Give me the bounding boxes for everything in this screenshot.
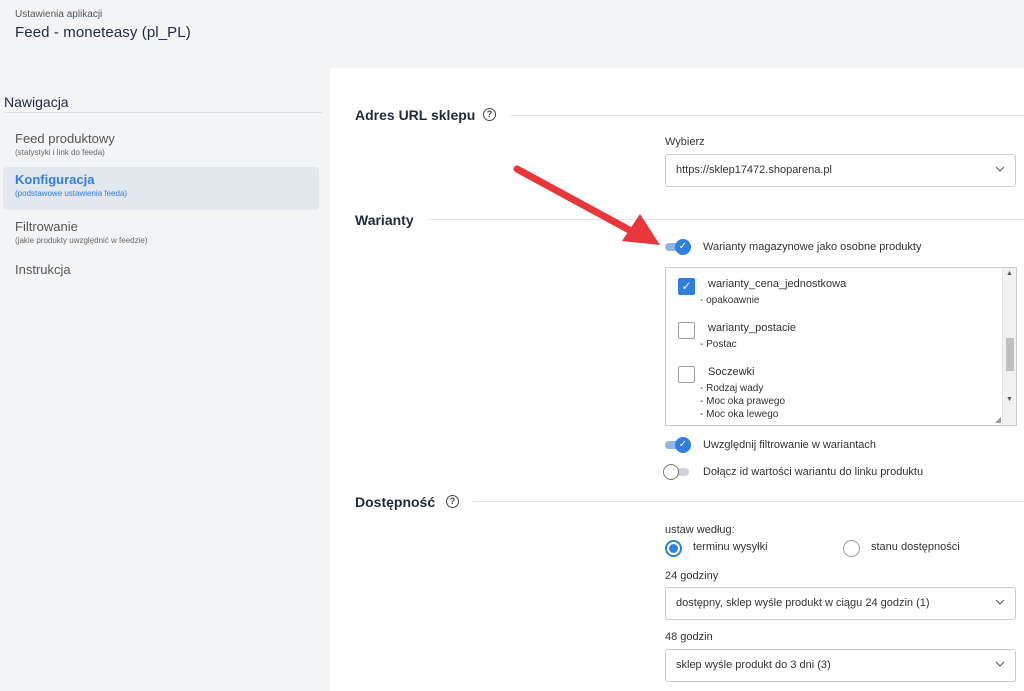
nav-title: Nawigacja [4,94,69,110]
header-subtitle: Ustawienia aplikacji [15,9,103,20]
variants-listbox[interactable]: ✓ warianty_cena_jednostkowa - opakoawnie… [665,267,1017,426]
sidebar-item-desc: (podstawowe ustawienia feeda) [15,189,128,198]
shop-url-select[interactable]: https://sklep17472.shoparena.pl [665,154,1016,187]
sidebar-item-desc: (statystyki i link do feeda) [15,148,105,157]
help-icon[interactable]: ? [483,108,496,121]
chevron-down-icon [995,166,1005,172]
nav-divider [4,112,322,113]
section-title-url: Adres URL sklepu [355,107,476,123]
chevron-down-icon [995,599,1005,605]
set-by-label: ustaw według: [665,524,735,536]
section-divider [428,219,1024,220]
filter-variants-toggle[interactable]: ✓ [665,437,691,453]
variant-attr: - Postac [700,339,737,350]
scrollbar-thumb[interactable] [1006,338,1014,371]
variant-id-link-toggle[interactable] [663,464,691,480]
scrollbar[interactable]: ▲ ▼ [1002,268,1016,425]
scroll-down-icon[interactable]: ▼ [1006,396,1013,403]
variant-name: warianty_cena_jednostkowa [708,278,847,290]
sidebar-item-label: Feed produktowy [15,131,115,146]
select-value: https://sklep17472.shoparena.pl [676,164,832,176]
variant-attr: - Moc oka lewego [700,409,779,420]
page-header: Ustawienia aplikacji Feed - moneteasy (p… [0,0,1024,68]
page-title: Feed - moneteasy (pl_PL) [15,24,191,41]
main-panel: Adres URL sklepu ? Wybierz https://sklep… [330,68,1024,691]
sidebar-item-configuration[interactable]: Konfiguracja (podstawowe ustawienia feed… [3,167,319,210]
checkbox[interactable] [678,366,695,383]
select-label-24h: 24 godziny [665,570,719,582]
help-icon[interactable]: ? [446,495,459,508]
resize-handle-icon[interactable]: ◢ [995,415,1001,424]
toggle-knob [663,464,679,480]
filter-variants-label: Uwzględnij filtrowanie w wariantach [703,439,877,451]
sidebar-item-filtering[interactable]: Filtrowanie (jakie produkty uwzględnić w… [3,214,319,250]
48h-select[interactable]: sklep wyśle produkt do 3 dni (3) [665,649,1016,682]
variant-attr: - Moc oka prawego [700,396,786,407]
checkbox-checked[interactable]: ✓ [678,278,695,295]
check-icon: ✓ [675,437,691,453]
section-title-variants: Warianty [355,212,414,228]
select-value: dostępny, sklep wyśle produkt w ciągu 24… [676,597,930,609]
check-icon: ✓ [675,239,691,255]
variant-name: warianty_postacie [708,322,797,334]
section-title-availability: Dostępność [355,494,436,510]
scroll-up-icon[interactable]: ▲ [1006,270,1013,277]
stock-variants-label: Warianty magazynowe jako osobne produkty [703,241,922,253]
sidebar-item-label: Filtrowanie [15,219,78,234]
radio-shipping-label: terminu wysyłki [693,541,768,553]
section-divider [473,501,1024,502]
select-label-48h: 48 godzin [665,631,713,643]
variant-attr: - Rodzaj wady [700,383,764,394]
radio-shipping[interactable] [665,540,682,557]
checkbox[interactable] [678,322,695,339]
sidebar: Nawigacja Feed produktowy (statystyki i … [0,68,330,691]
variant-name: Soczewki [708,366,755,378]
chevron-down-icon [995,661,1005,667]
sidebar-item-label: Instrukcja [15,262,71,277]
stock-variants-toggle[interactable]: ✓ [665,239,691,255]
select-label: Wybierz [665,136,705,148]
select-value: sklep wyśle produkt do 3 dni (3) [676,659,831,671]
sidebar-item-desc: (jakie produkty uwzględnić w feedzie) [15,236,148,245]
section-divider [510,115,1024,116]
radio-stock-label: stanu dostępności [871,541,960,553]
sidebar-item-label: Konfiguracja [15,172,95,187]
24h-select[interactable]: dostępny, sklep wyśle produkt w ciągu 24… [665,587,1016,620]
sidebar-item-feed[interactable]: Feed produktowy (statystyki i link do fe… [3,126,319,162]
radio-stock[interactable] [843,540,860,557]
sidebar-item-instructions[interactable]: Instrukcja [3,257,319,282]
variant-attr: - opakoawnie [700,295,760,306]
variant-id-link-label: Dołącz id wartości wariantu do linku pro… [703,466,924,478]
